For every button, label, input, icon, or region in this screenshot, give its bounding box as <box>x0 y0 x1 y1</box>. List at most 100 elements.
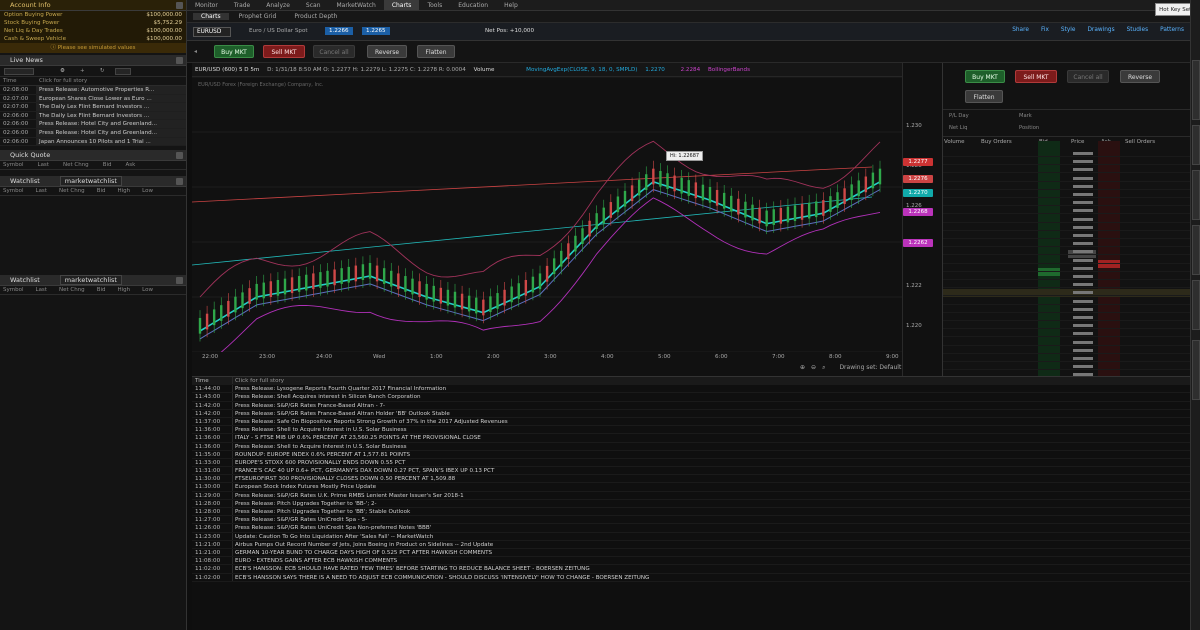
news-feed-headline[interactable]: Press Release: S&P/GR Rates UniCredit Sp… <box>232 524 1190 532</box>
news-feed-time-header[interactable]: Time <box>192 377 232 384</box>
menu-tab[interactable]: Scan <box>298 0 329 10</box>
account-info-header[interactable]: Account Info <box>0 0 186 11</box>
news-feed-headline[interactable]: ECB'S HANSSON SAYS THERE IS A NEED TO AD… <box>232 573 1190 581</box>
news-item[interactable]: 02:08:00 Press Release: Automotive Proper… <box>0 86 186 95</box>
panel-menu-icon[interactable] <box>176 178 183 186</box>
ladder-price-cell[interactable] <box>1073 316 1093 319</box>
ladder-price-cell[interactable] <box>1073 357 1093 360</box>
column-header[interactable]: Net Chng <box>59 286 85 294</box>
ladder-price-cell[interactable] <box>1073 291 1093 295</box>
ladder-price-cell[interactable] <box>1073 217 1093 221</box>
ladder-price-cell[interactable] <box>1073 307 1093 311</box>
news-feed-item[interactable]: 11:26:00 Press Release: S&P/GR Rates UniC… <box>192 524 1190 533</box>
time-axis[interactable]: 22:00 23:00 24:00 Wed 1:00 2:00 3:00 4:00 5:00 6:… <box>192 352 902 364</box>
ma-study-label[interactable]: MovingAvgExp(CLOSE, 9, 18, 0, SMPLD) <box>526 67 637 73</box>
menu-tab[interactable]: Charts <box>383 0 420 10</box>
side-tab[interactable] <box>1192 225 1200 275</box>
magnifier-icon[interactable]: ⌕ <box>822 364 825 372</box>
news-headline[interactable]: Japan Announces 10 Pilots and 1 Trial ..… <box>36 137 186 146</box>
column-header[interactable]: Last <box>36 187 47 195</box>
zoom-out-icon[interactable]: ⊖ <box>811 364 816 372</box>
column-header[interactable]: Bid <box>103 161 112 169</box>
news-feed-headline[interactable]: Press Release: S&P/GR Rates France-Based… <box>232 409 1190 417</box>
news-headline[interactable]: Press Release: Hotel City and Greenland.… <box>36 128 186 137</box>
ladder-flatten-button[interactable]: Flatten <box>965 90 1003 103</box>
ladder-price-cell[interactable] <box>1073 242 1093 246</box>
ladder-price-cell[interactable] <box>1073 176 1093 180</box>
news-item[interactable]: 02:06:00 Press Release: Hotel City and Gr… <box>0 120 186 129</box>
ladder-row[interactable] <box>943 346 1191 354</box>
chart-tool-drawings[interactable]: Drawings <box>1087 27 1114 33</box>
column-header[interactable]: Low <box>142 286 153 294</box>
ladder-price-cell[interactable] <box>1073 340 1093 344</box>
ladder-row[interactable] <box>943 256 1191 264</box>
ladder-buy-mkt-button[interactable]: Buy MKT <box>965 70 1005 83</box>
chart-tool-fix[interactable]: Fix <box>1041 27 1049 33</box>
news-feed-headline[interactable]: Airbus Pumps Out Record Number of Jets, … <box>232 540 1190 548</box>
sub-tab[interactable]: Prophet Grid <box>231 13 285 20</box>
ladder-price-cell[interactable] <box>1073 168 1093 172</box>
add-icon[interactable]: + <box>80 68 85 74</box>
news-feed-headline[interactable]: FTSEUROFIRST 300 PROVISIONALLY CLOSES DO… <box>232 475 1190 483</box>
ladder-row[interactable] <box>943 247 1191 256</box>
menu-tab[interactable]: MarketWatch <box>329 0 384 10</box>
news-feed-headline[interactable]: Update: Caution To Go Into Liquidation A… <box>232 532 1190 540</box>
chart-tool-share[interactable]: Share <box>1012 27 1029 33</box>
ladder-cancel-all-button[interactable]: Cancel all <box>1067 70 1109 83</box>
panel-menu-icon[interactable] <box>176 152 183 160</box>
news-feed-item[interactable]: 11:28:00 Press Release: Pitch Upgrades To… <box>192 499 1190 508</box>
news-feed-headline[interactable]: GERMAN 10-YEAR BUND TO CHARGE DAYS HIGH … <box>232 548 1190 557</box>
news-feed-item[interactable]: 11:02:00 ECB'S HANSSON: ECB SHOULD HAVE R… <box>192 565 1190 574</box>
ladder-row[interactable] <box>943 280 1191 289</box>
news-headline[interactable]: The Daily Lex Flint Bernard Investors ..… <box>36 111 186 120</box>
menu-tab[interactable]: Education <box>450 0 496 10</box>
column-header[interactable]: Net Chng <box>63 161 89 169</box>
news-time-header[interactable]: Time <box>3 77 39 85</box>
column-header[interactable]: Last <box>38 161 49 169</box>
news-feed-item[interactable]: 11:37:00 Press Release: Safe On Biopositi… <box>192 417 1190 427</box>
side-tab[interactable] <box>1192 170 1200 220</box>
news-feed-headline[interactable]: ROUNDUP: EUROPE INDEX 0.6% PERCENT AT 1,… <box>232 450 1190 458</box>
watchlist-select[interactable]: marketwatchlist <box>59 176 122 187</box>
chart-tool-studies[interactable]: Studies <box>1127 27 1149 33</box>
news-feed-headline[interactable]: Press Release: Pitch Upgrades Together t… <box>232 499 1190 507</box>
news-feed-headline[interactable]: Press Release: S&P/GR Rates France-Based… <box>232 401 1190 409</box>
live-news-header[interactable]: Live News <box>0 55 186 66</box>
reverse-button[interactable]: Reverse <box>367 45 407 58</box>
settings-icon[interactable]: ⚙ <box>60 68 65 74</box>
collapse-icon[interactable]: ◂ <box>194 48 197 55</box>
ladder-row[interactable] <box>943 174 1191 182</box>
ladder-price-cell[interactable] <box>1073 193 1093 196</box>
ladder-row[interactable] <box>943 321 1191 330</box>
ladder-column-header[interactable]: Price <box>1071 139 1084 145</box>
ladder-column-header[interactable]: Buy Orders <box>981 139 1012 145</box>
news-feed-item[interactable]: 11:29:00 Press Release: S&P/GR Rates U.K.… <box>192 491 1190 500</box>
drawing-set-label[interactable]: Drawing set: Default <box>839 364 901 372</box>
news-feed-item[interactable]: 11:36:00 Press Release: Shell to Acquire … <box>192 442 1190 451</box>
flatten-button[interactable]: Flatten <box>417 45 455 58</box>
buy-mkt-button[interactable]: Buy MKT <box>214 45 254 58</box>
news-feed-headline-header[interactable]: Click for full story <box>232 377 1190 385</box>
zoom-in-icon[interactable]: ⊕ <box>800 364 805 372</box>
side-tab[interactable] <box>1192 280 1200 330</box>
quick-quote-header[interactable]: Quick Quote <box>0 150 186 162</box>
sub-tab[interactable]: Product Depth <box>286 13 345 20</box>
ladder-price-cell[interactable] <box>1073 324 1093 328</box>
ladder-price-cell[interactable] <box>1073 184 1093 188</box>
news-source-select[interactable] <box>115 68 131 75</box>
news-headline[interactable]: Press Release: Hotel City and Greenland.… <box>36 120 186 128</box>
ladder-row[interactable] <box>943 206 1191 215</box>
ladder-row[interactable] <box>943 297 1191 305</box>
news-feed-item[interactable]: 11:21:00 Airbus Pumps Out Record Number o… <box>192 540 1190 549</box>
sub-tab[interactable]: Charts <box>193 13 229 20</box>
ladder-price-cell[interactable] <box>1073 152 1093 155</box>
menu-tab[interactable]: Tools <box>419 0 450 10</box>
news-item[interactable]: 02:06:00 Japan Announces 10 Pilots and 1 … <box>0 137 186 147</box>
news-feed-headline[interactable]: Press Release: S&P/GR Rates UniCredit Sp… <box>232 516 1190 524</box>
ladder-row[interactable] <box>943 190 1191 198</box>
ladder-price-cell[interactable] <box>1073 209 1093 213</box>
ladder-row[interactable] <box>943 182 1191 190</box>
news-feed-headline[interactable]: Press Release: Safe On Biopositive Repor… <box>232 417 1190 426</box>
column-header[interactable]: Last <box>36 286 47 294</box>
news-headline-header[interactable]: Click for full story <box>39 77 87 85</box>
